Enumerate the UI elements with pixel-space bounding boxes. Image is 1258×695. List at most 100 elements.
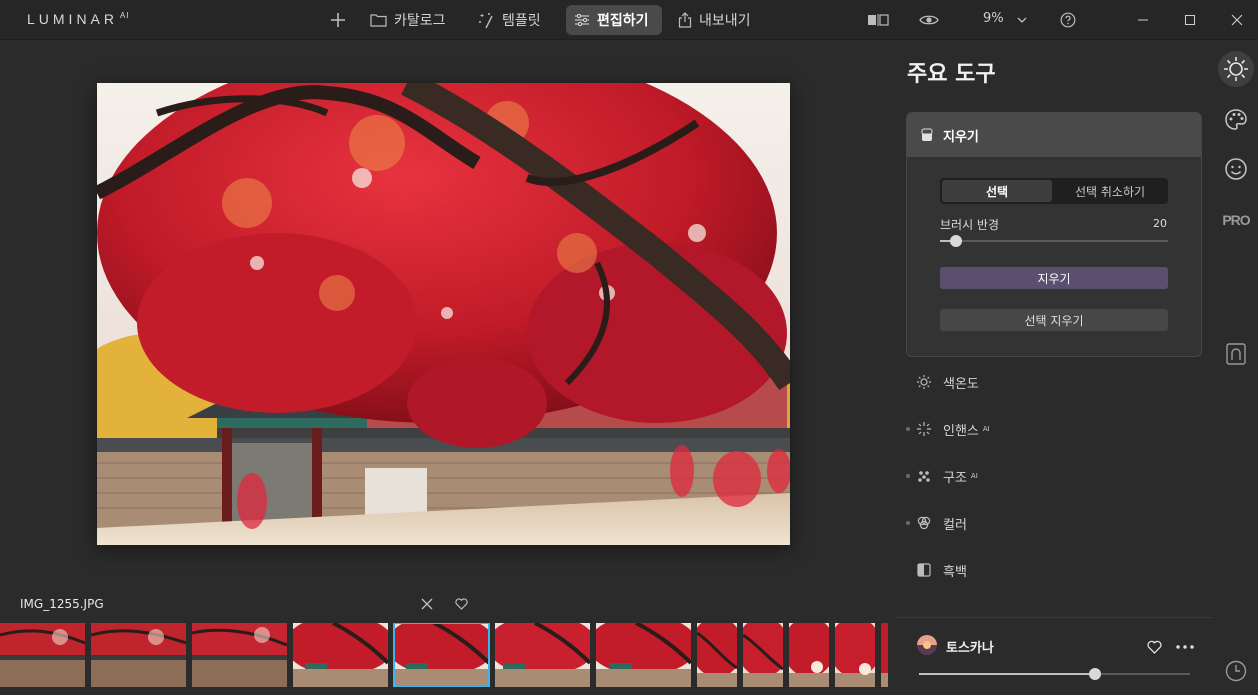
close-icon bbox=[1231, 14, 1243, 26]
reject-button[interactable] bbox=[418, 595, 436, 613]
tool-structure-ai[interactable]: 구조 AI bbox=[906, 464, 978, 488]
filmstrip-thumbnail[interactable] bbox=[293, 623, 388, 687]
tab-export-label: 내보내기 bbox=[699, 13, 751, 29]
tool-label: 구조 bbox=[943, 470, 967, 486]
more-dots-icon bbox=[1176, 645, 1194, 649]
ai-badge: AI bbox=[982, 425, 990, 433]
rail-essentials[interactable] bbox=[1218, 51, 1254, 87]
filmstrip-thumbnail[interactable] bbox=[881, 623, 888, 687]
filmstrip-thumbnail[interactable] bbox=[192, 623, 287, 687]
brush-radius-value: 20 bbox=[1153, 217, 1167, 230]
layers-icon bbox=[1226, 343, 1246, 365]
tool-label: 흑백 bbox=[943, 564, 967, 580]
brush-radius-slider[interactable] bbox=[940, 240, 1168, 242]
filmstrip-thumbnail[interactable] bbox=[835, 623, 875, 687]
close-icon bbox=[421, 598, 433, 610]
tool-label: 인핸스 bbox=[943, 423, 979, 439]
palette-icon bbox=[1225, 109, 1247, 130]
preset-favorite-button[interactable] bbox=[1144, 637, 1164, 657]
sliders-icon bbox=[575, 13, 589, 27]
help-icon bbox=[1060, 12, 1076, 28]
heart-icon bbox=[454, 598, 468, 610]
tool-enhance-ai[interactable]: 인핸스 AI bbox=[906, 417, 990, 441]
tab-edit-label: 편집하기 bbox=[597, 13, 649, 29]
clear-selection-button[interactable]: 선택 지우기 bbox=[940, 309, 1168, 331]
main-photo-canvas[interactable] bbox=[97, 83, 790, 545]
smiley-face-icon bbox=[1225, 158, 1247, 180]
filmstrip-thumbnail[interactable] bbox=[596, 623, 691, 687]
maximize-icon bbox=[1185, 15, 1195, 25]
filmstrip-thumbnail[interactable] bbox=[0, 623, 85, 687]
minimize-button[interactable] bbox=[1133, 10, 1153, 30]
current-filename: IMG_1255.JPG bbox=[20, 597, 104, 611]
sun-icon bbox=[1224, 57, 1248, 81]
brush-radius-label: 브러시 반경 bbox=[940, 218, 1000, 232]
tool-label: 컬러 bbox=[943, 517, 967, 533]
rail-history[interactable] bbox=[1218, 653, 1254, 689]
filmstrip-thumbnail[interactable] bbox=[697, 623, 737, 687]
clock-icon bbox=[1225, 660, 1247, 682]
compare-icon bbox=[868, 14, 889, 26]
select-mode-option[interactable]: 선택 bbox=[942, 180, 1052, 202]
erase-button[interactable]: 지우기 bbox=[940, 267, 1168, 289]
maximize-button[interactable] bbox=[1180, 10, 1200, 30]
top-toolbar: LUMINAR AI 카탈로그 템플릿 편집하기 내보내기 9% bbox=[0, 0, 1258, 40]
app-logo: LUMINAR AI bbox=[27, 11, 130, 27]
tool-label: 색온도 bbox=[943, 376, 979, 392]
share-icon bbox=[678, 12, 692, 28]
brush-radius-slider-handle[interactable] bbox=[950, 235, 962, 247]
heart-icon bbox=[1146, 640, 1162, 654]
filmstrip bbox=[0, 623, 888, 687]
rail-portrait[interactable] bbox=[1218, 151, 1254, 187]
tool-black-white[interactable]: 흑백 bbox=[906, 558, 967, 582]
pro-icon: PRO bbox=[1222, 212, 1250, 228]
erase-tool-header[interactable]: 지우기 bbox=[907, 113, 1201, 157]
sun-icon bbox=[915, 373, 933, 391]
rail-creative[interactable] bbox=[1218, 102, 1254, 138]
tab-export[interactable]: 내보내기 bbox=[670, 5, 759, 35]
filmstrip-thumbnail[interactable] bbox=[91, 623, 186, 687]
minimize-icon bbox=[1138, 19, 1148, 21]
add-photos-button[interactable] bbox=[328, 10, 348, 30]
preset-amount-slider-handle[interactable] bbox=[1089, 668, 1101, 680]
color-circles-icon bbox=[915, 514, 933, 532]
filmstrip-thumbnail[interactable] bbox=[789, 623, 829, 687]
erase-tool-card: 지우기 선택 선택 취소하기 브러시 반경 20 지우기 선택 지우기 bbox=[906, 112, 1202, 357]
plus-icon bbox=[331, 13, 345, 27]
deselect-mode-option[interactable]: 선택 취소하기 bbox=[1054, 180, 1166, 202]
tool-color[interactable]: 컬러 bbox=[906, 511, 967, 535]
structure-icon bbox=[915, 467, 933, 485]
preset-more-button[interactable] bbox=[1175, 637, 1195, 657]
preview-button[interactable] bbox=[919, 10, 939, 30]
tab-edit[interactable]: 편집하기 bbox=[566, 5, 662, 35]
tab-catalog-label: 카탈로그 bbox=[394, 13, 446, 29]
filmstrip-thumbnail-selected[interactable] bbox=[393, 623, 490, 687]
sparkle-icon bbox=[915, 420, 933, 438]
ai-badge: AI bbox=[970, 472, 978, 480]
luminar-window: LUMINAR AI 카탈로그 템플릿 편집하기 내보내기 9% IMG_125… bbox=[0, 0, 1258, 695]
preset-amount-slider-fill bbox=[919, 673, 1095, 675]
rail-pro[interactable]: PRO bbox=[1218, 202, 1254, 238]
compare-button[interactable] bbox=[866, 10, 890, 30]
zoom-dropdown-button[interactable] bbox=[1012, 10, 1032, 30]
autumn-palace-photo bbox=[97, 83, 790, 545]
chevron-down-icon bbox=[1017, 17, 1027, 23]
filmstrip-thumbnail[interactable] bbox=[743, 623, 783, 687]
tool-color-temperature[interactable]: 색온도 bbox=[906, 370, 979, 394]
tab-templates[interactable]: 템플릿 bbox=[470, 5, 549, 35]
favorite-button[interactable] bbox=[452, 595, 470, 613]
filmstrip-thumbnail[interactable] bbox=[495, 623, 590, 687]
preset-name: 토스카나 bbox=[946, 641, 994, 656]
zoom-level[interactable]: 9% bbox=[983, 11, 1004, 26]
panel-title: 주요 도구 bbox=[907, 62, 996, 87]
tab-catalog[interactable]: 카탈로그 bbox=[362, 5, 454, 35]
folder-icon bbox=[370, 14, 387, 27]
erase-tool-title: 지우기 bbox=[943, 129, 979, 145]
rail-local-masking[interactable] bbox=[1218, 336, 1254, 372]
preset-divider bbox=[896, 617, 1212, 618]
help-button[interactable] bbox=[1058, 10, 1078, 30]
black-white-icon bbox=[915, 561, 933, 579]
eraser-icon bbox=[921, 128, 933, 141]
magic-wand-icon bbox=[479, 12, 493, 28]
close-button[interactable] bbox=[1227, 10, 1247, 30]
